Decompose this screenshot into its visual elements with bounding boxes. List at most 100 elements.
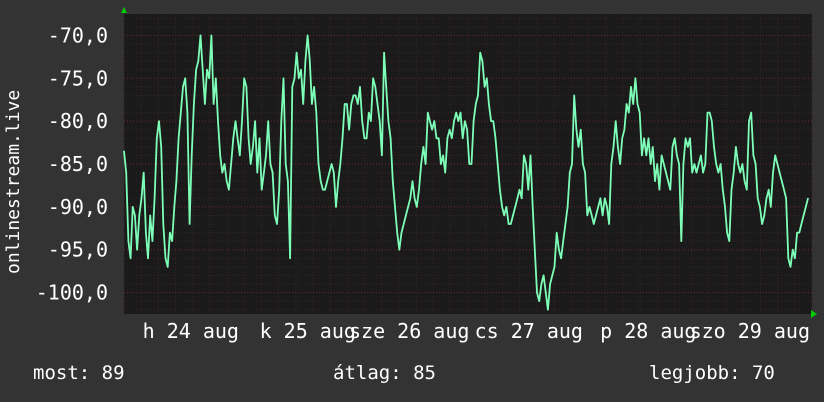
- data-point: [556, 232, 558, 234]
- data-point: [494, 137, 497, 139]
- data-point: [529, 154, 532, 156]
- data-point: [575, 129, 578, 131]
- data-point: [643, 137, 645, 139]
- data-point: [352, 94, 355, 96]
- data-point: [577, 146, 580, 148]
- data-point: [787, 257, 789, 259]
- data-point: [433, 120, 435, 122]
- data-point: [479, 52, 481, 54]
- data-point: [228, 189, 230, 191]
- data-point: [366, 137, 368, 139]
- data-point: [427, 112, 429, 114]
- data-point: [617, 146, 619, 148]
- data-point: [151, 240, 153, 242]
- data-point: [158, 120, 160, 122]
- data-point: [357, 103, 359, 105]
- data-point: [274, 214, 276, 216]
- data-point: [363, 137, 365, 139]
- data-point: [344, 103, 346, 105]
- data-point: [776, 163, 779, 165]
- data-point: [652, 146, 654, 148]
- data-point: [741, 163, 744, 165]
- data-point: [333, 172, 335, 174]
- data-point: [534, 249, 536, 251]
- data-point: [387, 120, 389, 122]
- x-tick-label: k 25 aug: [260, 319, 356, 343]
- data-point: [691, 172, 693, 174]
- data-point: [457, 120, 459, 122]
- data-point: [641, 154, 643, 156]
- data-point: [663, 163, 665, 165]
- data-point: [774, 154, 776, 156]
- data-point: [757, 197, 759, 199]
- data-point: [768, 189, 770, 191]
- average-value-label: átlag: 85: [333, 362, 436, 384]
- data-point: [630, 86, 632, 88]
- data-point: [709, 112, 711, 114]
- x-tick-label: p 28 aug: [600, 319, 696, 343]
- data-point: [206, 69, 208, 71]
- data-point: [588, 206, 591, 208]
- data-point: [182, 86, 184, 88]
- data-point: [615, 120, 617, 122]
- data-point: [132, 206, 134, 208]
- chart: -70,0 -75,0 -80,0 -85,0 -90,0 -95,0 -100,0 h 2…: [36, 7, 817, 343]
- data-point: [527, 189, 529, 191]
- data-point: [171, 240, 173, 242]
- data-point: [759, 206, 761, 208]
- data-point: [145, 232, 147, 234]
- y-tick-label: -100,0: [36, 281, 108, 305]
- data-point: [263, 172, 265, 174]
- data-point: [591, 214, 593, 216]
- data-point: [125, 172, 127, 174]
- data-point: [580, 129, 582, 131]
- data-point: [726, 232, 728, 234]
- data-point: [593, 223, 595, 225]
- y-tick-label: -90,0: [48, 195, 108, 219]
- data-point: [735, 146, 737, 148]
- data-point: [661, 154, 663, 156]
- data-point: [785, 197, 787, 199]
- data-point: [162, 223, 164, 225]
- data-point: [320, 180, 322, 182]
- data-point: [335, 206, 337, 208]
- data-point: [217, 120, 219, 122]
- data-point: [792, 249, 794, 251]
- data-point: [204, 103, 206, 105]
- data-point: [337, 180, 339, 182]
- data-point: [149, 214, 151, 216]
- data-point: [706, 112, 709, 114]
- data-point: [656, 163, 658, 165]
- data-point: [241, 120, 243, 122]
- data-point: [392, 180, 394, 182]
- data-point: [545, 292, 547, 294]
- x-tick-label: cs 27 aug: [475, 319, 583, 343]
- data-point: [647, 137, 650, 139]
- data-point: [481, 60, 483, 62]
- data-point: [676, 154, 678, 156]
- data-point: [425, 163, 427, 165]
- y-tick-label: -95,0: [48, 238, 108, 262]
- data-point: [473, 120, 475, 122]
- data-point: [704, 163, 706, 165]
- data-point: [610, 163, 612, 165]
- data-point: [289, 257, 291, 259]
- data-point: [477, 94, 479, 96]
- data-point: [532, 206, 534, 208]
- data-point: [348, 129, 350, 131]
- data-point: [497, 163, 499, 165]
- data-point: [256, 172, 258, 174]
- data-point: [355, 94, 357, 96]
- data-point: [175, 180, 177, 182]
- data-point: [724, 206, 726, 208]
- data-point: [713, 146, 715, 148]
- data-point: [134, 214, 136, 216]
- data-point: [191, 154, 193, 156]
- data-point: [789, 266, 792, 268]
- data-point: [208, 77, 210, 79]
- data-point: [492, 120, 494, 122]
- data-point: [140, 197, 143, 199]
- data-point: [805, 206, 807, 208]
- data-point: [634, 77, 637, 79]
- data-point: [715, 163, 717, 165]
